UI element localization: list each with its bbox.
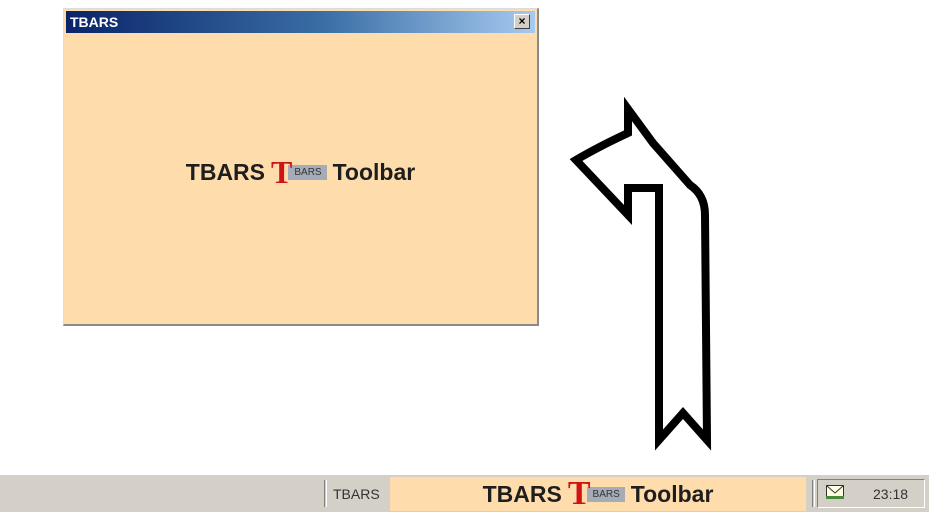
curved-arrow-icon [569,96,712,451]
window-title: TBARS [70,14,119,30]
close-icon: × [518,14,526,28]
tbars-taskbar-toolbar[interactable]: TBARS T BARS Toolbar [390,477,806,511]
tbars-logo-icon: T BARS [271,154,327,190]
logo-letter: T [567,475,591,512]
brand-left-word: TBARS [185,158,266,185]
logo-letter: T [271,154,293,190]
taskbar: TBARS TBARS T BARS Toolbar 23:18 [0,474,929,512]
envelope-icon[interactable] [826,485,844,499]
taskbar-button-tbars[interactable]: TBARS [333,486,380,502]
brand-left-word: TBARS [482,480,562,507]
taskbar-separator [324,480,327,507]
logo-subtext: BARS [288,164,327,180]
close-button[interactable]: × [514,14,530,29]
logo-subtext: BARS [586,486,625,502]
taskbar-separator [812,480,815,507]
clock[interactable]: 23:18 [873,486,908,502]
window-titlebar[interactable]: TBARS × [66,11,535,33]
brand-right-word: Toolbar [630,480,714,507]
tbars-toolbar-banner: TBARS T BARS Toolbar [185,154,416,190]
window-content: TBARS T BARS Toolbar [64,154,537,190]
tbars-popup-window: TBARS × TBARS T BARS Toolbar [63,8,539,326]
tbars-logo-icon: T BARS [567,475,625,512]
brand-right-word: Toolbar [332,158,416,185]
system-tray: 23:18 [817,479,925,508]
tbars-toolbar-banner: TBARS T BARS Toolbar [390,475,806,512]
